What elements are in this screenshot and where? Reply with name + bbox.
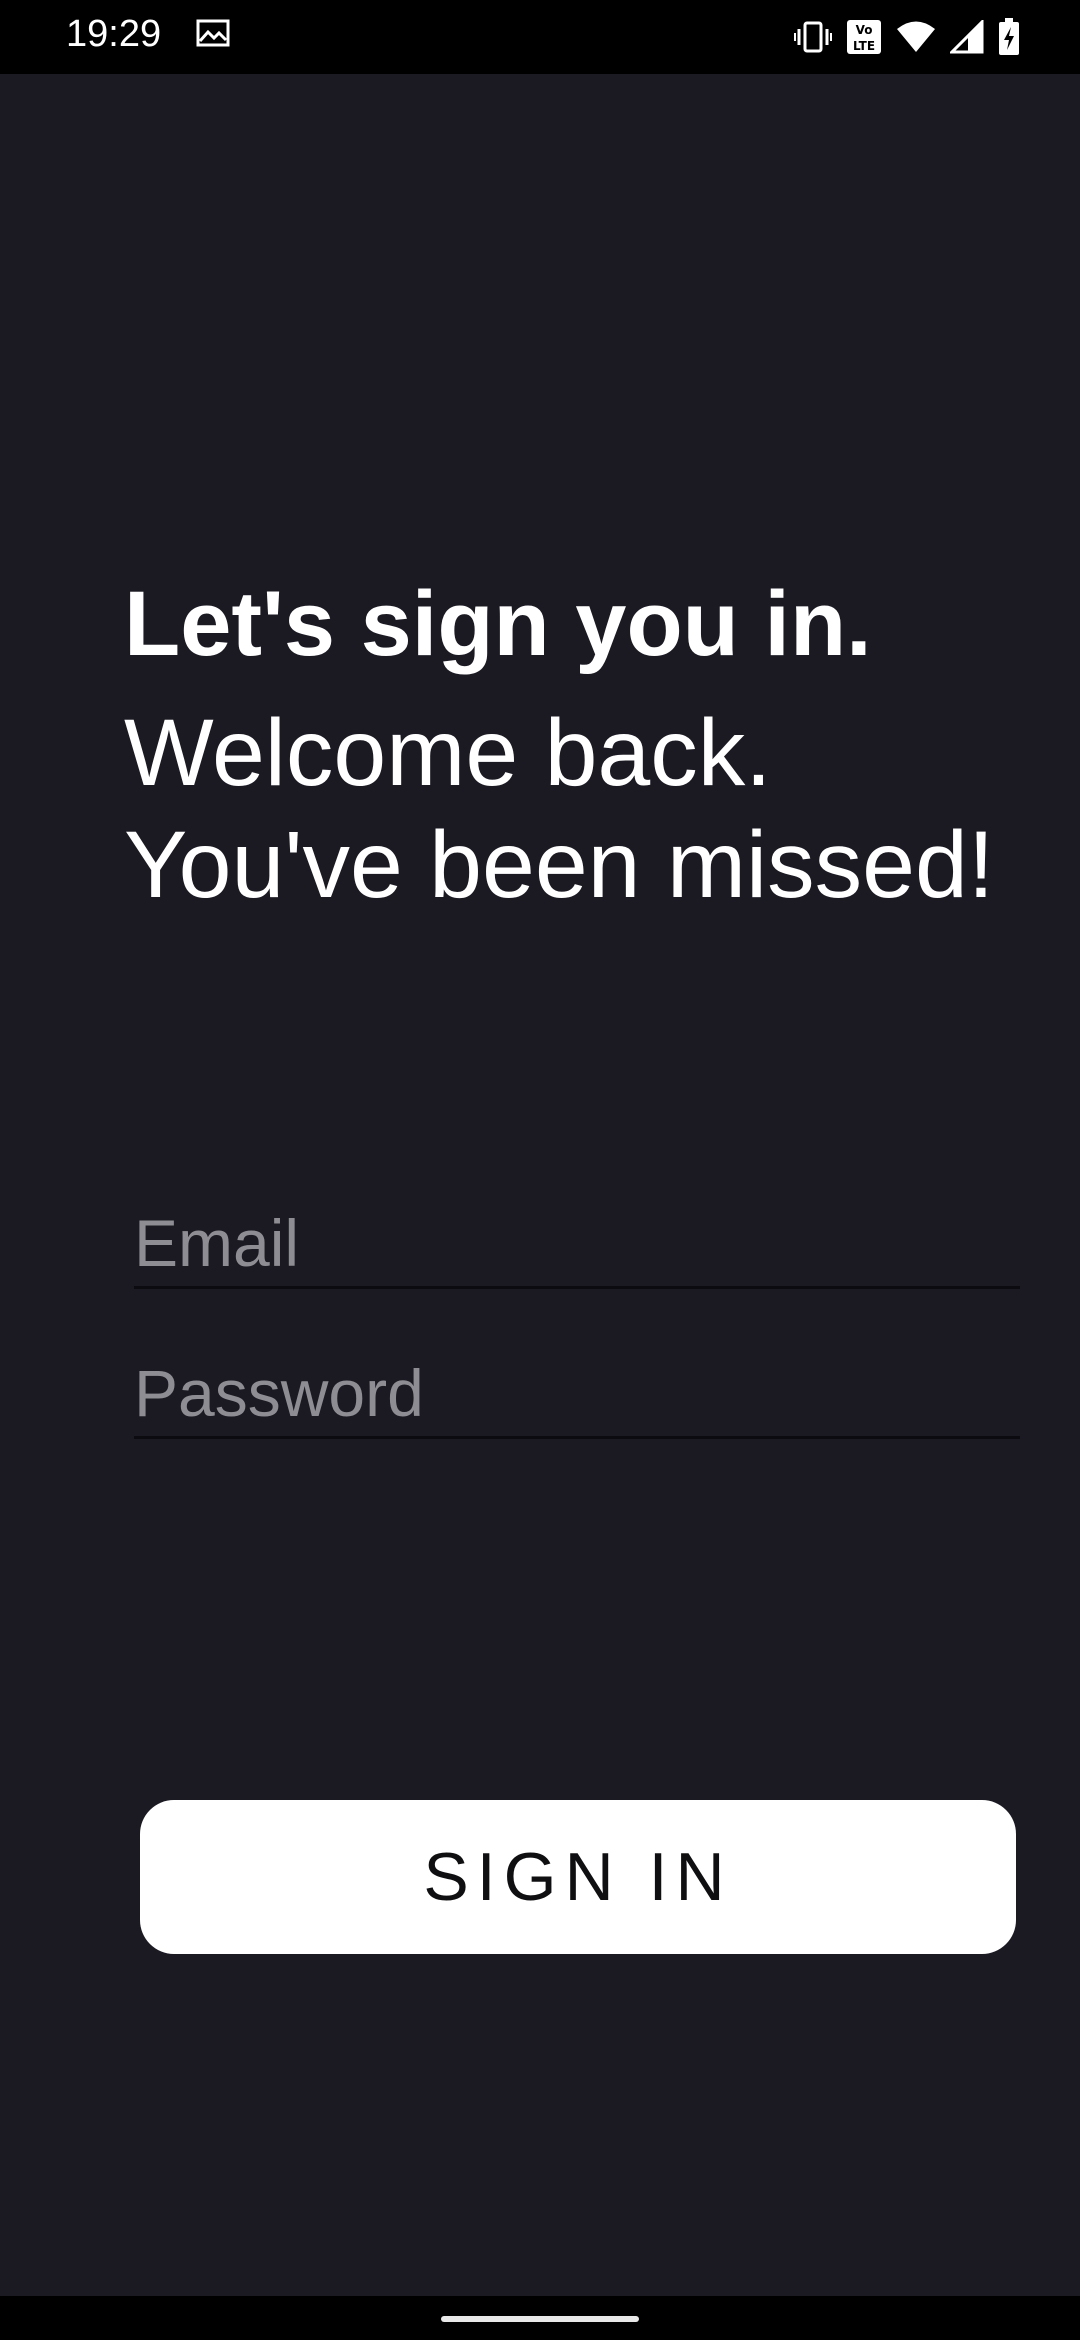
password-field[interactable] (134, 1350, 1020, 1436)
login-screen: 19:29 Vo LTE Let's sign you in. Welcome … (0, 0, 1080, 2340)
welcome-text: Welcome back. (124, 700, 772, 806)
email-field[interactable] (134, 1200, 1020, 1286)
sign-in-label: SIGN IN (423, 1839, 733, 1915)
svg-text:Vo: Vo (856, 23, 873, 37)
signal-icon (950, 20, 984, 54)
sign-in-button[interactable]: SIGN IN (140, 1800, 1016, 1954)
image-icon (196, 19, 230, 47)
status-time: 19:29 (66, 13, 162, 55)
page-title: Let's sign you in. (124, 573, 872, 675)
status-icons: Vo LTE (794, 14, 1020, 60)
status-bar: 19:29 Vo LTE (0, 0, 1080, 74)
email-field-container (134, 1200, 1020, 1289)
wifi-icon (896, 20, 936, 54)
missed-text: You've been missed! (124, 812, 995, 918)
navigation-bar (0, 2296, 1080, 2340)
password-field-container (134, 1350, 1020, 1439)
vibrate-icon (794, 20, 832, 54)
svg-text:LTE: LTE (853, 39, 875, 53)
battery-charging-icon (998, 18, 1020, 56)
home-indicator[interactable] (441, 2316, 639, 2322)
volte-icon: Vo LTE (846, 19, 882, 55)
